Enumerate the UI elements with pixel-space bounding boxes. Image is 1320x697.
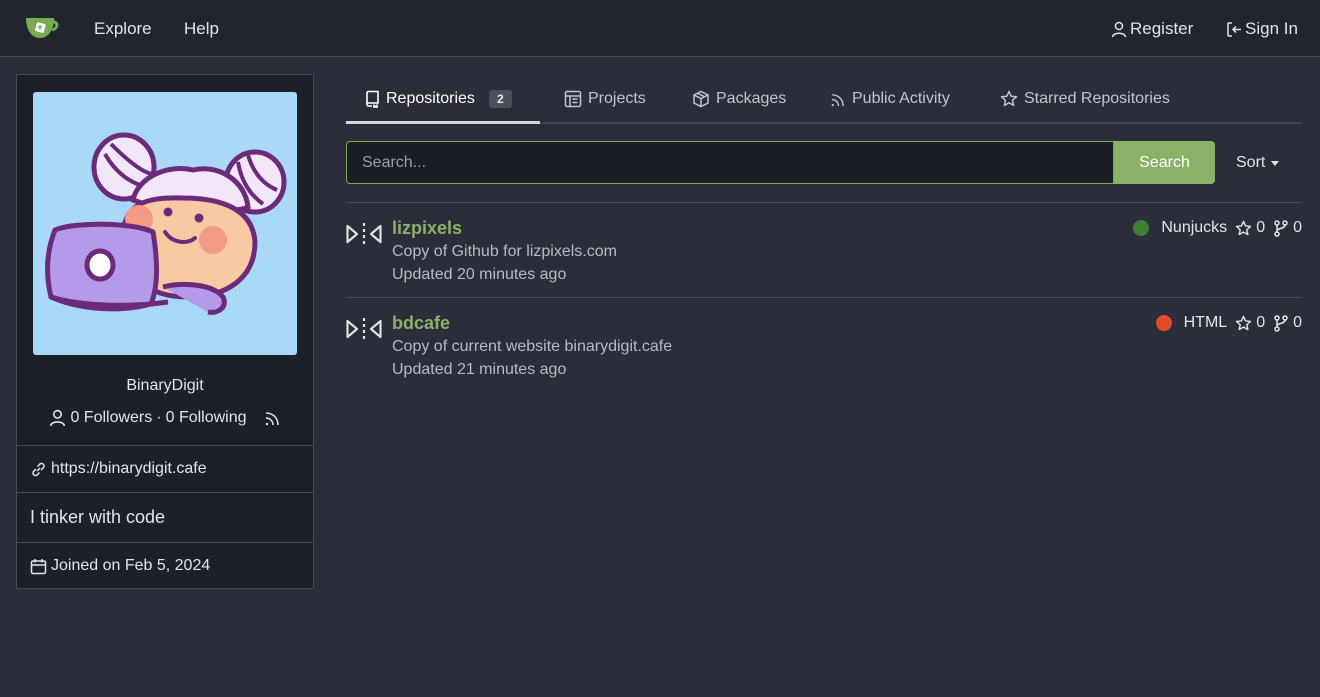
star-icon <box>1235 315 1252 332</box>
user-icon <box>1111 21 1127 38</box>
repo-name-link[interactable]: lizpixels <box>392 218 462 239</box>
profile-card: BinaryDigit 0 Followers · 0 Following ht… <box>16 74 314 589</box>
repo-star-count: 0 <box>1256 219 1266 236</box>
repo-count-badge: 2 <box>488 90 512 108</box>
repo-stars[interactable]: 0 <box>1235 219 1265 237</box>
caret-down-icon <box>1271 160 1280 166</box>
tab-public-activity-label: Public Activity <box>852 90 950 107</box>
sign-in-link[interactable]: Sign In <box>1226 19 1298 39</box>
language-color-dot <box>1133 220 1150 236</box>
repo-name-link[interactable]: bdcafe <box>392 313 450 334</box>
star-icon <box>1235 220 1252 237</box>
package-icon <box>692 90 710 108</box>
rss-icon <box>829 91 846 108</box>
active-tab-indicator <box>346 121 540 124</box>
profile-bio-text: I tinker with code <box>30 507 166 527</box>
repo-description: Copy of Github for lizpixels.com <box>392 243 617 260</box>
logo-icon[interactable] <box>23 15 59 41</box>
repo-meta: HTML 0 0 <box>1155 314 1302 332</box>
tab-starred-repositories-label: Starred Repositories <box>1024 90 1170 107</box>
repo-search-input[interactable] <box>346 141 1114 184</box>
tab-packages-label: Packages <box>716 90 787 107</box>
rss-feed-icon[interactable] <box>263 409 281 427</box>
repo-list-item: lizpixels Copy of Github for lizpixels.c… <box>346 202 1302 297</box>
follow-stats: 0 Followers · 0 Following <box>17 409 313 427</box>
profile-username: BinaryDigit <box>126 377 204 394</box>
repo-stars[interactable]: 0 <box>1235 314 1265 332</box>
user-icon <box>49 409 66 427</box>
profile-website-row: https://binarydigit.cafe <box>17 445 313 492</box>
tab-repositories-label: Repositories <box>386 90 475 107</box>
repo-star-count: 0 <box>1256 314 1266 331</box>
repo-forks[interactable]: 0 <box>1273 219 1302 237</box>
profile-tabs: Repositories 2 Projects Packages Public … <box>346 74 1302 124</box>
repo-icon <box>364 90 380 108</box>
search-button[interactable]: Search <box>1114 141 1215 184</box>
follow-separator: · <box>156 409 162 426</box>
fork-icon <box>1273 314 1289 332</box>
repo-updated-time: Updated 21 minutes ago <box>392 361 567 378</box>
repo-forks[interactable]: 0 <box>1273 314 1302 332</box>
project-icon <box>564 90 582 108</box>
repo-fork-count: 0 <box>1293 314 1302 331</box>
top-navbar: Explore Help Register Sign In <box>0 0 1320 57</box>
repo-updated-time: Updated 20 minutes ago <box>392 266 567 283</box>
calendar-icon <box>30 558 47 575</box>
profile-joined-date: Joined on Feb 5, 2024 <box>51 557 211 574</box>
tab-repositories[interactable]: Repositories 2 <box>364 74 512 124</box>
star-icon <box>1000 90 1018 108</box>
profile-joined-row: Joined on Feb 5, 2024 <box>17 542 313 589</box>
following-link[interactable]: 0 Following <box>166 409 247 427</box>
tab-packages[interactable]: Packages <box>692 74 786 124</box>
profile-website-link[interactable]: https://binarydigit.cafe <box>51 460 207 478</box>
sign-in-label: Sign In <box>1245 19 1298 38</box>
nav-help-link[interactable]: Help <box>184 19 219 39</box>
mirror-repo-icon <box>346 316 382 342</box>
followers-link[interactable]: 0 Followers <box>70 409 152 427</box>
sign-in-icon <box>1226 21 1242 38</box>
register-label: Register <box>1130 19 1194 38</box>
profile-bio: I tinker with code <box>17 492 313 542</box>
repo-language: HTML <box>1183 314 1228 331</box>
tab-projects[interactable]: Projects <box>564 74 646 124</box>
repo-language: Nunjucks <box>1161 219 1228 236</box>
tab-projects-label: Projects <box>588 90 646 107</box>
repo-meta: Nunjucks 0 0 <box>1133 219 1302 237</box>
avatar <box>33 92 297 355</box>
mirror-repo-icon <box>346 221 382 247</box>
tab-public-activity[interactable]: Public Activity <box>829 74 950 124</box>
language-color-dot <box>1155 315 1172 331</box>
register-link[interactable]: Register <box>1111 19 1193 39</box>
repo-list-item: bdcafe Copy of current website binarydig… <box>346 297 1302 392</box>
repo-description: Copy of current website binarydigit.cafe <box>392 338 673 355</box>
sort-label: Sort <box>1236 154 1266 171</box>
tab-starred-repositories[interactable]: Starred Repositories <box>1000 74 1170 124</box>
link-icon <box>30 461 47 478</box>
fork-icon <box>1273 219 1289 237</box>
nav-explore-link[interactable]: Explore <box>94 19 152 39</box>
repo-fork-count: 0 <box>1293 219 1302 236</box>
sort-dropdown[interactable]: Sort <box>1236 154 1280 172</box>
